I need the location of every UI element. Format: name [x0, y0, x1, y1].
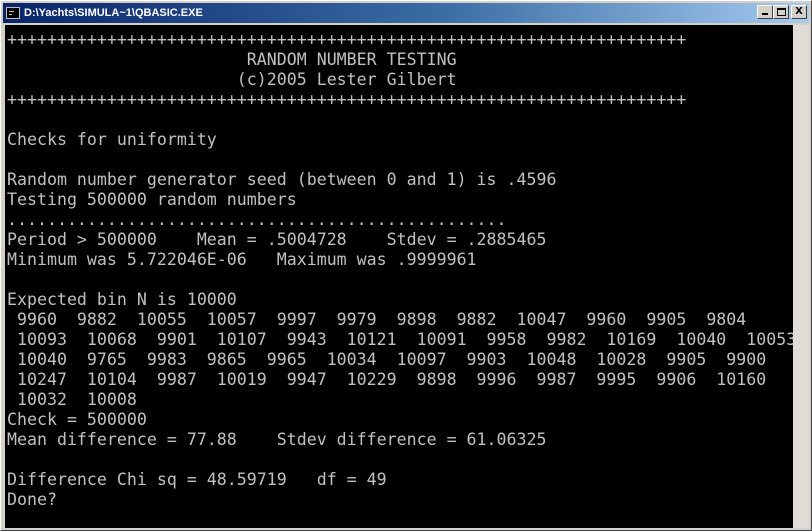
close-icon: X: [795, 6, 803, 17]
vertical-scrollbar[interactable]: [793, 25, 809, 528]
console-app-icon[interactable]: [6, 7, 20, 19]
console-line: ++++++++++++++++++++++++++++++++++++++++…: [7, 30, 687, 49]
console-line: RANDOM NUMBER TESTING: [7, 50, 457, 69]
maximize-icon: [777, 8, 786, 16]
minimize-button[interactable]: [757, 5, 773, 19]
console-line: Expected bin N is 10000: [7, 290, 237, 309]
console-line: Period > 500000 Mean = .5004728 Stdev = …: [7, 230, 547, 249]
console-line: ++++++++++++++++++++++++++++++++++++++++…: [7, 90, 687, 109]
window-title: D:\Yachts\SIMULA~1\QBASIC.EXE: [24, 7, 203, 19]
title-bar[interactable]: D:\Yachts\SIMULA~1\QBASIC.EXE X: [3, 3, 809, 23]
console-line: Random number generator seed (between 0 …: [7, 170, 557, 189]
console-line: (c)2005 Lester Gilbert: [7, 70, 457, 89]
console-text: ++++++++++++++++++++++++++++++++++++++++…: [5, 25, 793, 510]
console-line: Check = 500000: [7, 410, 147, 429]
title-bar-buttons: X: [757, 5, 807, 19]
console-line: ........................................…: [7, 210, 507, 229]
console-line: 10040 9765 9983 9865 9965 10034 10097 99…: [7, 350, 767, 369]
console-line: 10093 10068 9901 10107 9943 10121 10091 …: [7, 330, 793, 349]
maximize-button[interactable]: [773, 5, 789, 19]
minimize-icon: [762, 13, 768, 15]
console-output[interactable]: ++++++++++++++++++++++++++++++++++++++++…: [5, 25, 793, 528]
console-line: Done?: [7, 490, 57, 509]
console-line: 9960 9882 10055 10057 9997 9979 9898 988…: [7, 310, 747, 329]
qbasic-console-window: D:\Yachts\SIMULA~1\QBASIC.EXE X ++++++++…: [0, 0, 812, 531]
console-line: Difference Chi sq = 48.59719 df = 49: [7, 470, 387, 489]
console-line: Testing 500000 random numbers: [7, 190, 297, 209]
console-line: 10247 10104 9987 10019 9947 10229 9898 9…: [7, 370, 767, 389]
console-line: Checks for uniformity: [7, 130, 217, 149]
console-line: 10032 10008: [7, 390, 137, 409]
console-line: Minimum was 5.722046E-06 Maximum was .99…: [7, 250, 477, 269]
close-button[interactable]: X: [791, 5, 807, 19]
console-line: Mean difference = 77.88 Stdev difference…: [7, 430, 547, 449]
